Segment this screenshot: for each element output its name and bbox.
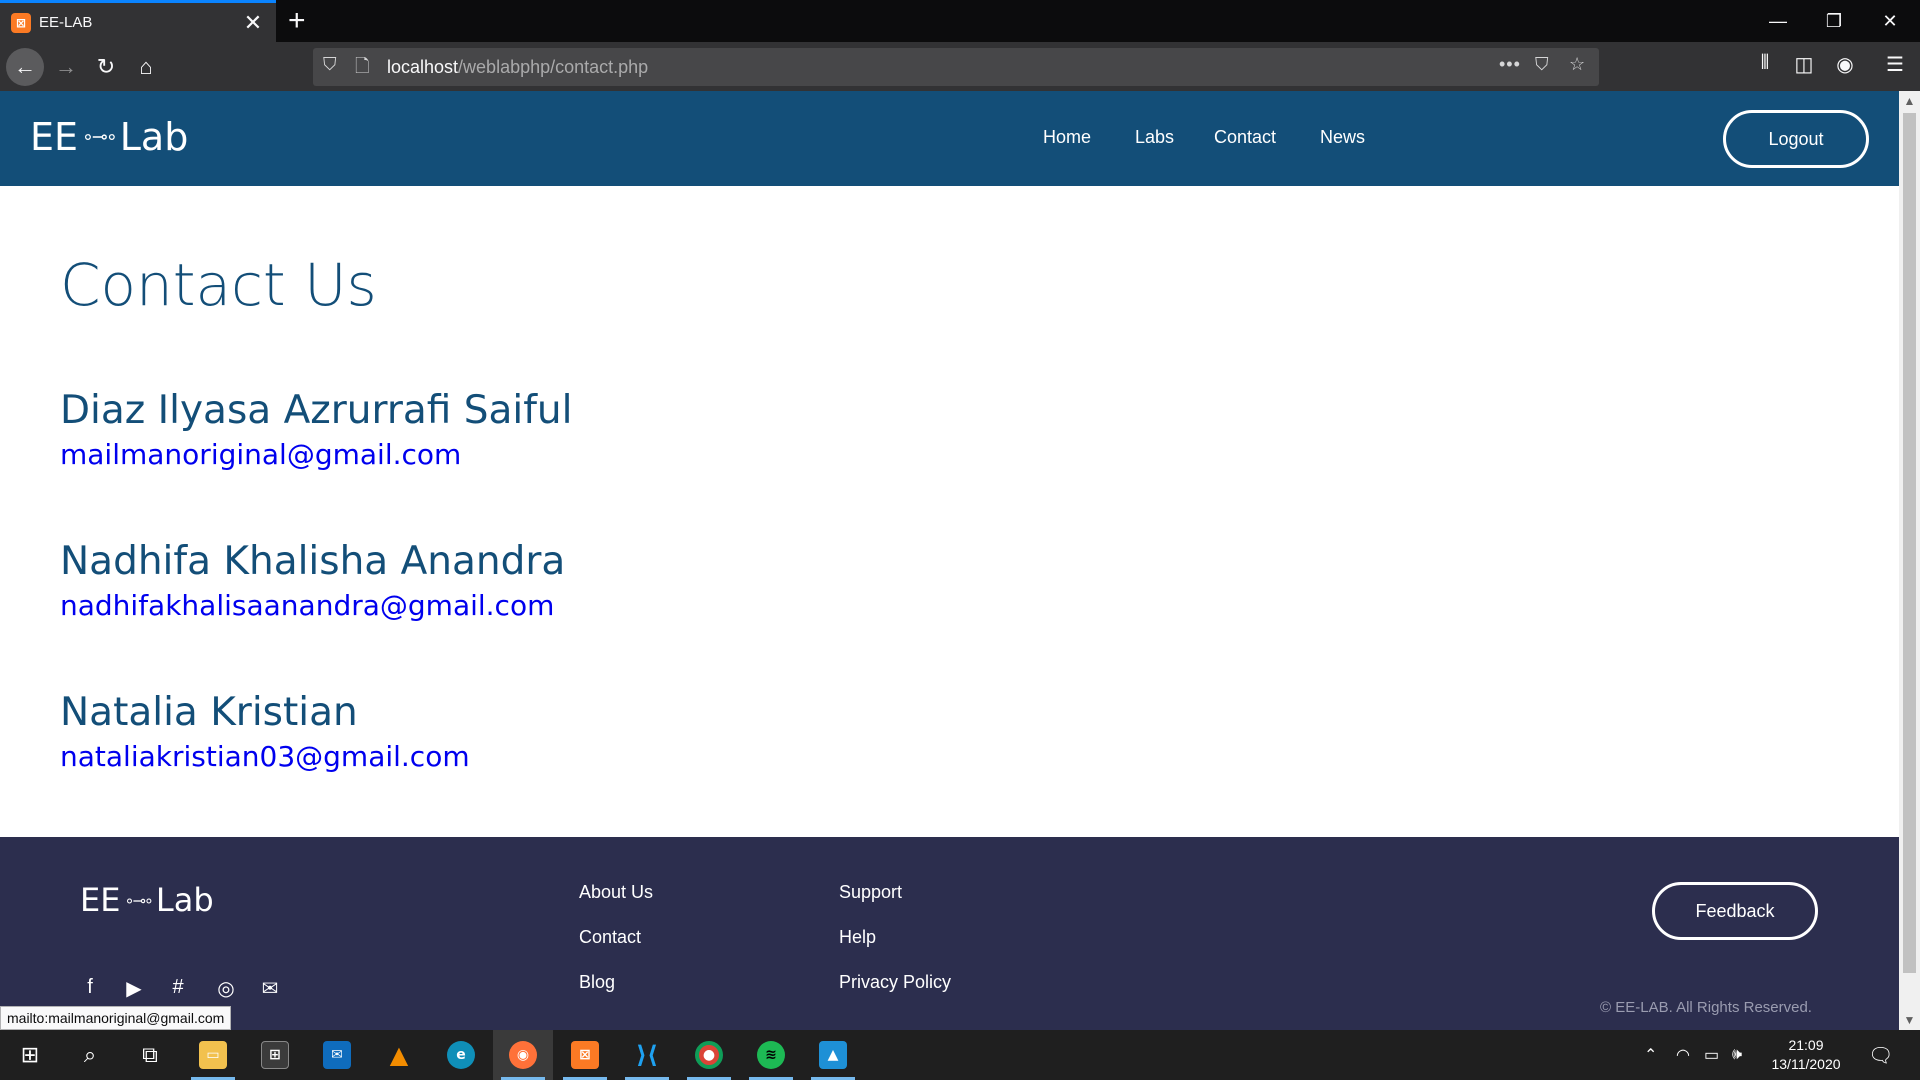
new-tab-button[interactable]: +: [288, 2, 306, 40]
copyright-text: © EE-LAB. All Rights Reserved.: [1600, 999, 1812, 1016]
mail-icon[interactable]: ✉: [256, 976, 284, 1001]
tab-title: EE-LAB: [39, 14, 93, 31]
switch-icon: ∘⊸∘: [82, 126, 118, 148]
account-icon[interactable]: ◉: [1830, 52, 1860, 77]
link-status-tooltip: mailto:mailmanoriginal@gmail.com: [0, 1006, 232, 1030]
page-icon: 🗋: [355, 56, 370, 76]
footer-about-link[interactable]: About Us: [579, 882, 653, 903]
vscode-icon[interactable]: ⟩⟨: [617, 1030, 677, 1080]
instagram-icon[interactable]: ◎: [212, 976, 240, 1001]
nav-news[interactable]: News: [1320, 127, 1365, 148]
home-icon: ⌂: [139, 54, 153, 79]
spotify-icon[interactable]: ≋: [741, 1030, 801, 1080]
footer-logo[interactable]: EE ∘⊸∘ Lab: [80, 881, 214, 919]
forward-arrow-icon: →: [55, 54, 77, 79]
nav-home[interactable]: Home: [1043, 127, 1091, 148]
scroll-down-icon[interactable]: ▼: [1899, 1010, 1920, 1030]
footer-contact-link[interactable]: Contact: [579, 927, 641, 948]
windows-start-icon[interactable]: ⊞: [0, 1030, 60, 1080]
close-tab-icon[interactable]: ✕: [238, 10, 268, 36]
reload-icon: ↻: [96, 54, 116, 79]
contact-email-link[interactable]: mailmanoriginal@gmail.com: [60, 438, 461, 471]
switch-icon: ∘⊸∘: [124, 890, 153, 910]
page-title: Contact Us: [60, 251, 377, 319]
footer-support-link[interactable]: Support: [839, 882, 902, 903]
wifi-icon[interactable]: ◠: [1676, 1030, 1690, 1080]
home-button[interactable]: ⌂: [127, 48, 165, 86]
battery-icon[interactable]: ▭: [1704, 1030, 1719, 1080]
reload-button[interactable]: ↻: [87, 48, 125, 86]
site-header: EE ∘⊸∘ Lab Home Labs Contact News Logout: [0, 91, 1899, 186]
facebook-icon[interactable]: f: [76, 976, 104, 999]
file-explorer-icon[interactable]: ▭: [183, 1030, 243, 1080]
xampp-taskbar-icon[interactable]: ⊠: [555, 1030, 615, 1080]
photos-icon[interactable]: ▲: [803, 1030, 863, 1080]
library-icon[interactable]: ⫴: [1750, 52, 1780, 75]
firefox-icon[interactable]: ◉: [493, 1030, 553, 1080]
close-window-button[interactable]: ✕: [1862, 0, 1918, 42]
xampp-icon: ⊠: [11, 12, 31, 33]
slack-icon[interactable]: #: [164, 976, 192, 999]
forward-button[interactable]: →: [47, 48, 85, 86]
site-footer: EE ∘⊸∘ Lab About Us Contact Blog Support…: [0, 837, 1899, 1030]
pocket-icon[interactable]: ⛉: [1535, 54, 1549, 75]
task-view-icon[interactable]: ⧉: [120, 1030, 180, 1080]
mail-app-icon[interactable]: ✉: [307, 1030, 367, 1080]
vlc-icon[interactable]: ▲: [369, 1030, 429, 1080]
nav-contact[interactable]: Contact: [1214, 127, 1276, 148]
clock-time: 21:09: [1788, 1037, 1824, 1053]
sidebar-icon[interactable]: ◫: [1789, 52, 1819, 77]
footer-help-link[interactable]: Help: [839, 927, 876, 948]
restore-button[interactable]: ❐: [1806, 0, 1862, 42]
contact-name: Nadhifa Khalisha Anandra: [60, 539, 566, 584]
scroll-thumb[interactable]: [1903, 113, 1916, 973]
chevron-up-icon[interactable]: ⌃: [1644, 1030, 1657, 1080]
footer-privacy-link[interactable]: Privacy Policy: [839, 972, 951, 993]
logout-button[interactable]: Logout: [1723, 110, 1869, 168]
shield-icon[interactable]: ⛉: [323, 54, 337, 75]
scroll-up-icon[interactable]: ▲: [1899, 91, 1920, 111]
contact-email-link[interactable]: nataliakristian03@gmail.com: [60, 740, 470, 773]
site-logo[interactable]: EE ∘⊸∘ Lab: [30, 115, 188, 159]
contact-name: Diaz Ilyasa Azrurrafi Saiful: [60, 388, 573, 433]
footer-blog-link[interactable]: Blog: [579, 972, 615, 993]
store-icon[interactable]: ⊞: [245, 1030, 305, 1080]
more-actions-icon[interactable]: •••: [1499, 54, 1521, 75]
url-bar[interactable]: ⛉ 🗋 localhost/weblabphp/contact.php ••• …: [313, 48, 1599, 86]
browser-tab[interactable]: ⊠ EE-LAB ✕: [0, 0, 276, 42]
minimize-button[interactable]: —: [1750, 0, 1806, 42]
back-arrow-icon: ←: [14, 54, 36, 79]
edge-icon[interactable]: e: [431, 1030, 491, 1080]
nav-labs[interactable]: Labs: [1135, 127, 1174, 148]
youtube-icon[interactable]: ▶: [120, 976, 148, 1001]
search-icon[interactable]: ⌕: [60, 1030, 120, 1080]
web-page: EE ∘⊸∘ Lab Home Labs Contact News Logout…: [0, 91, 1899, 1030]
contact-email-link[interactable]: nadhifakhalisaanandra@gmail.com: [60, 589, 554, 622]
url-text[interactable]: localhost/weblabphp/contact.php: [387, 57, 648, 78]
back-button[interactable]: ←: [6, 48, 44, 86]
volume-icon[interactable]: 🕪: [1732, 1030, 1742, 1080]
taskbar: ⊞ ⌕ ⧉ ▭ ⊞ ✉ ▲ e ◉ ⊠ ⟩⟨ ● ≋ ▲ ⌃ ◠ ▭ 🕪 21:…: [0, 1030, 1920, 1080]
contact-name: Natalia Kristian: [60, 690, 358, 735]
system-clock[interactable]: 21:09 13/11/2020: [1756, 1036, 1856, 1074]
clock-date: 13/11/2020: [1771, 1056, 1841, 1072]
menu-icon[interactable]: ☰: [1880, 52, 1910, 77]
chrome-icon[interactable]: ●: [679, 1030, 739, 1080]
browser-tab-bar: ⊠ EE-LAB ✕ + — ❐ ✕: [0, 0, 1920, 42]
bookmark-star-icon[interactable]: ☆: [1569, 54, 1585, 75]
notification-icon[interactable]: 🗨: [1868, 1030, 1893, 1080]
feedback-button[interactable]: Feedback: [1652, 882, 1818, 940]
